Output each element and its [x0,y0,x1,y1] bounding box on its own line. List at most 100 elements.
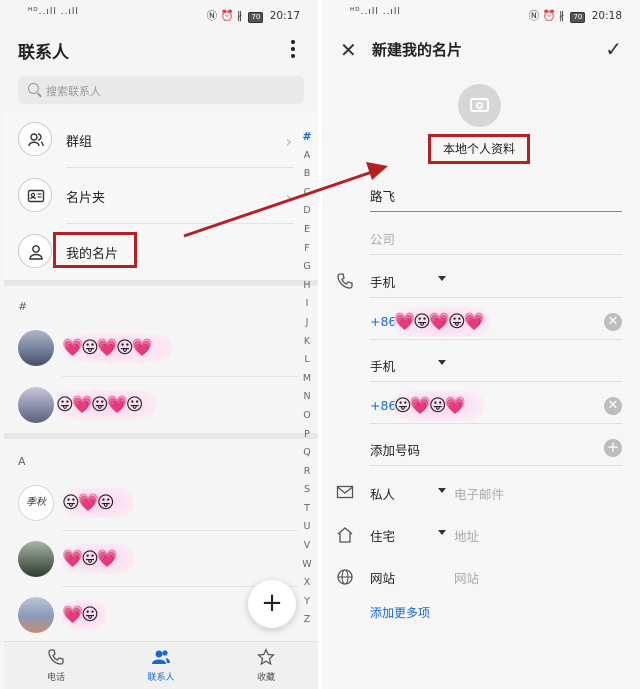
index-letter[interactable]: G [298,258,316,277]
index-letter[interactable]: R [298,463,316,482]
nav-item-contacts[interactable]: 联系人 [121,648,201,683]
search-icon [28,83,39,94]
index-letter[interactable]: J [298,314,316,333]
phone-type-select-2[interactable]: 手机 [370,346,622,382]
index-letter[interactable]: D [298,202,316,221]
home-icon [336,526,356,546]
landscape-avatar[interactable] [18,597,54,633]
section-header-hash: # [18,300,28,313]
calligraphy-avatar[interactable]: 季秋 [18,485,54,521]
remove-icon[interactable]: ✕ [604,313,622,331]
index-letter[interactable]: X [298,574,316,593]
add-icon[interactable]: + [604,439,622,457]
phone-type-label: 手机 [370,275,396,290]
check-icon[interactable]: ✓ [605,37,622,61]
company-field[interactable]: 公司 [370,219,622,255]
index-letter[interactable]: Y [298,593,316,612]
search-input[interactable]: 搜索联系人 [18,76,304,104]
remove-icon[interactable]: ✕ [604,397,622,415]
add-contact-button[interactable]: + [248,580,296,628]
contact-name[interactable]: 💗😛💗 [62,544,134,574]
index-letter[interactable]: L [298,351,316,370]
more-options-icon[interactable] [290,40,296,58]
index-letter[interactable]: V [298,537,316,556]
contact-name[interactable]: 😛💗😛 [62,488,134,518]
camera-icon [470,98,489,112]
website-placeholder[interactable]: 网站 [454,568,479,587]
dropdown-arrow-icon [438,488,446,493]
chevron-right-icon: › [285,132,292,151]
add-more-fields-link[interactable]: 添加更多项 [370,604,430,621]
local-profile-button[interactable]: 本地个人资料 [428,134,530,164]
contact-name[interactable]: 💗😛 [62,600,106,630]
website-row[interactable]: 网站 网站 [370,558,622,594]
add-number-row[interactable]: 添加号码 + [370,430,622,466]
nfc-icon: Ⓝ ⏰ ∦ [206,10,243,22]
row-my-card[interactable]: 我的名片 [4,224,294,280]
index-letter[interactable]: H [298,277,316,296]
name-field[interactable]: 路飞 [370,176,622,212]
phone-type-label: 手机 [370,359,396,374]
index-letter[interactable]: F [298,240,316,259]
index-letter[interactable]: S [298,481,316,500]
contact-name[interactable]: 💗😛💗😛💗 [62,333,172,363]
dropdown-arrow-icon [438,530,446,535]
index-letter[interactable]: M [298,370,316,389]
index-letter[interactable]: O [298,407,316,426]
nav-item-favorites[interactable]: 收藏 [226,648,306,683]
index-letter[interactable]: Z [298,611,316,630]
contact-name[interactable]: 😛💗😛💗😛 [56,390,156,420]
quick-entries: 群组 › 名片夹 › 我的名片 [4,112,318,280]
address-placeholder[interactable]: 地址 [454,526,479,545]
alphabet-index[interactable]: # A B C D E F G H I J K L M N O P Q R S T U V W X Y Z [298,128,316,630]
star-icon [226,648,306,670]
mail-icon [336,484,356,504]
email-placeholder[interactable]: 电子邮件 [454,484,504,503]
index-letter[interactable]: I [298,295,316,314]
row-groups[interactable]: 群组 › [4,112,294,168]
dropdown-arrow-icon [438,276,446,281]
index-letter[interactable]: Q [298,444,316,463]
email-row[interactable]: 私人 电子邮件 [370,474,622,510]
battery-icon: 70 [248,12,264,23]
index-letter[interactable]: E [298,221,316,240]
index-letter[interactable]: P [298,426,316,445]
nav-label: 联系人 [147,673,175,683]
address-row[interactable]: 住宅 地址 [370,516,622,552]
index-letter[interactable]: C [298,184,316,203]
clock: 20:18 [591,10,622,22]
group-icon [18,122,52,156]
status-right: Ⓝ ⏰ ∦ 70 20:18 [529,8,622,23]
contacts-screen: ᴴᴰ..ıll ..ıll Ⓝ ⏰ ∦ 70 20:17 联系人 搜索联系人 群… [0,0,318,689]
person-icon [18,234,52,268]
clock: 20:17 [269,10,300,22]
nav-item-phone[interactable]: 电话 [16,648,96,683]
new-card-screen: ᴴᴰ..ıll ..ıll Ⓝ ⏰ ∦ 70 20:18 ✕ 新建我的名片 ✓ … [322,0,640,689]
index-letter[interactable]: U [298,518,316,537]
annotation-highlight [53,232,137,268]
address-type-label[interactable]: 住宅 [370,526,395,545]
country-code: +86 [370,314,397,329]
index-letter[interactable]: A [298,147,316,166]
close-icon[interactable]: ✕ [340,38,357,62]
index-letter[interactable]: K [298,333,316,352]
index-letter[interactable]: N [298,388,316,407]
index-letter[interactable]: W [298,556,316,575]
index-letter[interactable]: # [298,128,316,147]
phone-number-field-2[interactable]: +86 😛💗😛💗 ✕ [370,388,622,424]
phone-type-select-1[interactable]: 手机 [370,262,622,298]
landscape-avatar[interactable] [18,387,54,423]
landscape-avatar[interactable] [18,330,54,366]
email-type-label[interactable]: 私人 [370,484,395,503]
status-bar: ᴴᴰ..ıll ..ıll Ⓝ ⏰ ∦ 70 20:17 [0,0,318,30]
phone-number-field-1[interactable]: +86 💗😛💗😛💗 ✕ [370,304,622,340]
row-card-holder[interactable]: 名片夹 › [4,168,294,224]
nav-label: 电话 [46,673,65,683]
index-letter[interactable]: B [298,165,316,184]
add-photo-button[interactable] [458,84,501,127]
page-title: 联系人 [18,43,69,63]
name-value: 路飞 [370,189,396,204]
section-header-a: A [18,455,26,468]
landscape-avatar[interactable] [18,541,54,577]
index-letter[interactable]: T [298,500,316,519]
